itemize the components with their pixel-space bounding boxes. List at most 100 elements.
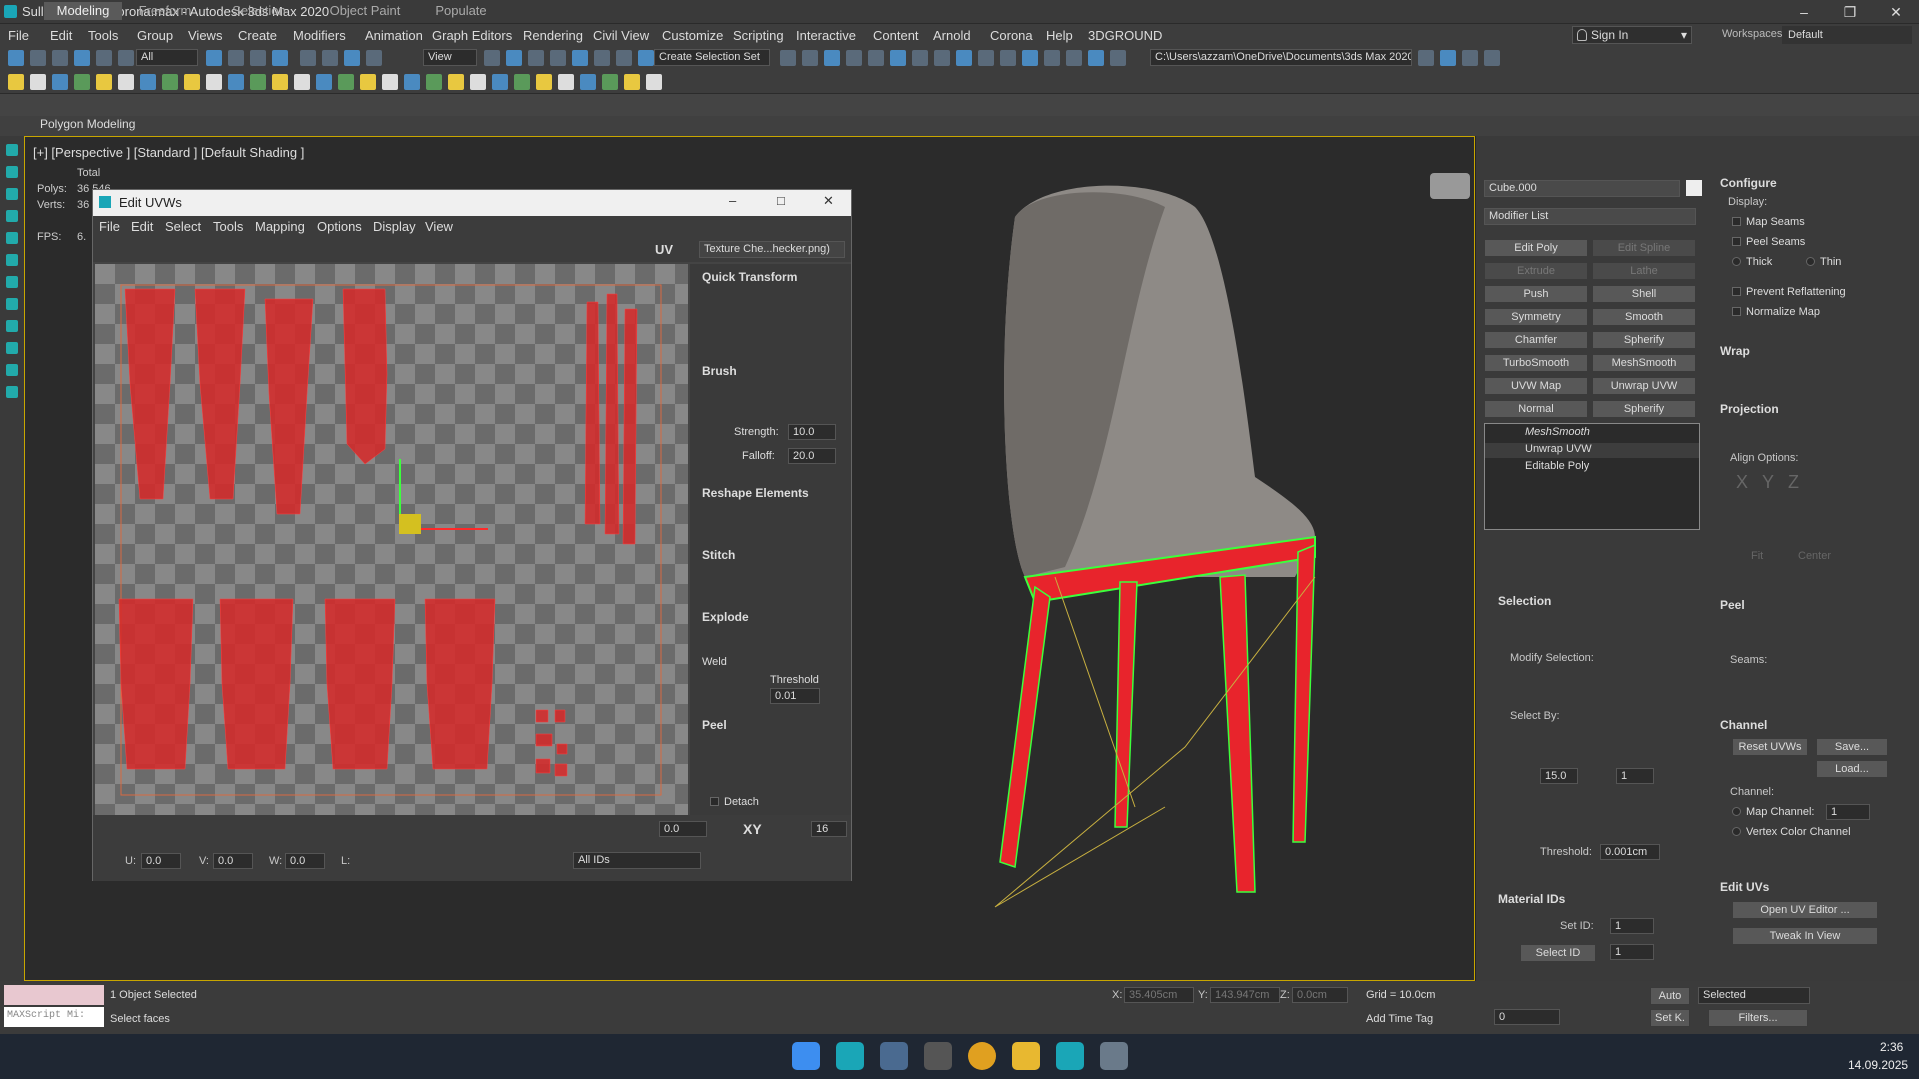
detach-checkbox[interactable]: Detach bbox=[710, 796, 759, 808]
mod-uvw-map-button[interactable]: UVW Map bbox=[1484, 377, 1588, 395]
toolbar-tool-icon[interactable] bbox=[536, 74, 552, 90]
toolbar-tool-icon[interactable] bbox=[30, 74, 46, 90]
tab-modeling[interactable]: Modeling bbox=[44, 2, 122, 20]
peel-header[interactable]: Peel bbox=[702, 718, 727, 732]
selection-rollout[interactable]: Selection bbox=[1498, 594, 1551, 608]
menu-tools[interactable]: Tools bbox=[88, 28, 118, 43]
minimize-button[interactable]: – bbox=[1781, 0, 1827, 24]
toolbar-tool-icon[interactable] bbox=[572, 50, 588, 66]
add-time-tag[interactable]: Add Time Tag bbox=[1366, 1013, 1433, 1025]
menu-modifiers[interactable]: Modifiers bbox=[293, 28, 346, 43]
toolbar-tool-icon[interactable] bbox=[484, 50, 500, 66]
toolbar-tool-icon[interactable] bbox=[624, 74, 640, 90]
mod-edit-spline-button[interactable]: Edit Spline bbox=[1592, 239, 1696, 257]
mod-push-button[interactable]: Push bbox=[1484, 285, 1588, 303]
toolbar-tool-icon[interactable] bbox=[1000, 50, 1016, 66]
toolbar-tool-icon[interactable] bbox=[780, 50, 796, 66]
menu-customize[interactable]: Customize bbox=[662, 28, 723, 43]
toolbar-tool-icon[interactable] bbox=[8, 74, 24, 90]
projection-rollout[interactable]: Projection bbox=[1720, 402, 1779, 416]
mod-extrude-button[interactable]: Extrude bbox=[1484, 262, 1588, 280]
stack-item-meshsmooth[interactable]: MeshSmooth bbox=[1485, 426, 1699, 441]
menu-edit[interactable]: Edit bbox=[50, 28, 72, 43]
toolbar-tool-icon[interactable] bbox=[550, 50, 566, 66]
clock-date[interactable]: 14.09.2025 bbox=[1848, 1058, 1908, 1072]
sign-in-dropdown[interactable]: Sign In ▾ bbox=[1572, 26, 1692, 44]
peel-seams-checkbox[interactable]: Peel Seams bbox=[1732, 236, 1805, 248]
mod-normal-button[interactable]: Normal bbox=[1484, 400, 1588, 418]
save-uvw-button[interactable]: Save... bbox=[1816, 738, 1888, 756]
toolbar-tool-icon[interactable] bbox=[868, 50, 884, 66]
peel-rollout[interactable]: Peel bbox=[1720, 598, 1745, 612]
command-bar-icon[interactable] bbox=[6, 144, 18, 156]
command-bar-icon[interactable] bbox=[6, 386, 18, 398]
edit-uvs-rollout[interactable]: Edit UVs bbox=[1720, 880, 1769, 894]
map-channel-spinner[interactable]: 1 bbox=[1826, 804, 1870, 820]
set-key-button[interactable]: Set K. bbox=[1650, 1009, 1690, 1027]
tab-populate[interactable]: Populate bbox=[426, 2, 496, 20]
3dsmax-taskbar-icon[interactable] bbox=[836, 1042, 864, 1070]
menu-corona[interactable]: Corona bbox=[990, 28, 1033, 43]
toolbar-tool-icon[interactable] bbox=[74, 74, 90, 90]
tab-selection[interactable]: Selection bbox=[224, 2, 294, 20]
3dsmax-active-icon[interactable] bbox=[1056, 1042, 1084, 1070]
clock-time[interactable]: 2:36 bbox=[1880, 1040, 1903, 1054]
strength-spinner[interactable]: 10.0 bbox=[788, 424, 836, 440]
reshape-elements-header[interactable]: Reshape Elements bbox=[702, 486, 809, 500]
mod-spherify-2-button[interactable]: Spherify bbox=[1592, 400, 1696, 418]
set-id-spinner[interactable]: 1 bbox=[1610, 918, 1654, 934]
app-taskbar-icon[interactable] bbox=[880, 1042, 908, 1070]
modifier-list-dropdown[interactable]: Modifier List bbox=[1484, 208, 1696, 225]
thick-radio[interactable]: Thick bbox=[1732, 256, 1772, 268]
toolbar-tool-icon[interactable] bbox=[594, 50, 610, 66]
mod-chamfer-button[interactable]: Chamfer bbox=[1484, 331, 1588, 349]
toolbar-tool-icon[interactable] bbox=[316, 74, 332, 90]
z-coord-field[interactable]: 0.0cm bbox=[1292, 987, 1348, 1003]
uvw-menu-file[interactable]: File bbox=[99, 219, 120, 234]
toolbar-tool-icon[interactable] bbox=[272, 74, 288, 90]
command-bar-icon[interactable] bbox=[6, 298, 18, 310]
uvw-menu-mapping[interactable]: Mapping bbox=[255, 219, 305, 234]
toolbar-tool-icon[interactable] bbox=[470, 74, 486, 90]
fit-button[interactable]: Fit bbox=[1751, 550, 1763, 562]
toolbar-tool-icon[interactable] bbox=[558, 74, 574, 90]
mod-symmetry-button[interactable]: Symmetry bbox=[1484, 308, 1588, 326]
rotation-angle-spinner[interactable]: 0.0 bbox=[659, 821, 707, 837]
mod-meshsmooth-button[interactable]: MeshSmooth bbox=[1592, 354, 1696, 372]
menu-civil-view[interactable]: Civil View bbox=[593, 28, 649, 43]
toolbar-tool-icon[interactable] bbox=[96, 74, 112, 90]
menu-content[interactable]: Content bbox=[873, 28, 919, 43]
explode-header[interactable]: Explode bbox=[702, 610, 749, 624]
map-channel-radio[interactable]: Map Channel: bbox=[1732, 806, 1815, 818]
toolbar-tool-icon[interactable] bbox=[912, 50, 928, 66]
toolbar-tool-icon[interactable] bbox=[426, 74, 442, 90]
stack-item-unwrap-uvw[interactable]: Unwrap UVW bbox=[1485, 443, 1699, 458]
toolbar-tool-icon[interactable] bbox=[1418, 50, 1434, 66]
toolbar-tool-icon[interactable] bbox=[506, 50, 522, 66]
toolbar-tool-icon[interactable] bbox=[250, 50, 266, 66]
mod-smooth-button[interactable]: Smooth bbox=[1592, 308, 1696, 326]
menu-graph-editors[interactable]: Graph Editors bbox=[432, 28, 512, 43]
toolbar-tool-icon[interactable] bbox=[580, 74, 596, 90]
xy-toggle[interactable]: XY bbox=[743, 821, 762, 837]
toolbar-tool-icon[interactable] bbox=[602, 74, 618, 90]
mod-lathe-button[interactable]: Lathe bbox=[1592, 262, 1696, 280]
grow-count-spinner[interactable]: 1 bbox=[1616, 768, 1654, 784]
toolbar-tool-icon[interactable] bbox=[162, 74, 178, 90]
toolbar-tool-icon[interactable] bbox=[74, 50, 90, 66]
uv-toggle[interactable]: UV bbox=[655, 242, 673, 257]
viewcube-icon[interactable] bbox=[1430, 173, 1470, 199]
center-button[interactable]: Center bbox=[1798, 550, 1831, 562]
material-ids-rollout[interactable]: Material IDs bbox=[1498, 892, 1565, 906]
texture-dropdown[interactable]: Texture Che...hecker.png) bbox=[699, 241, 845, 258]
maximize-button[interactable]: ❐ bbox=[1827, 0, 1873, 24]
uv-editor-canvas[interactable] bbox=[95, 264, 688, 815]
current-frame-field[interactable]: 0 bbox=[1494, 1009, 1560, 1025]
uvw-close-button[interactable]: ✕ bbox=[823, 193, 834, 209]
align-y-button[interactable]: Y bbox=[1762, 472, 1774, 493]
tab-object-paint[interactable]: Object Paint bbox=[320, 2, 410, 20]
menu-help[interactable]: Help bbox=[1046, 28, 1073, 43]
command-bar-icon[interactable] bbox=[6, 210, 18, 222]
stack-item-editable-poly[interactable]: Editable Poly bbox=[1485, 460, 1699, 475]
toolbar-tool-icon[interactable] bbox=[30, 50, 46, 66]
